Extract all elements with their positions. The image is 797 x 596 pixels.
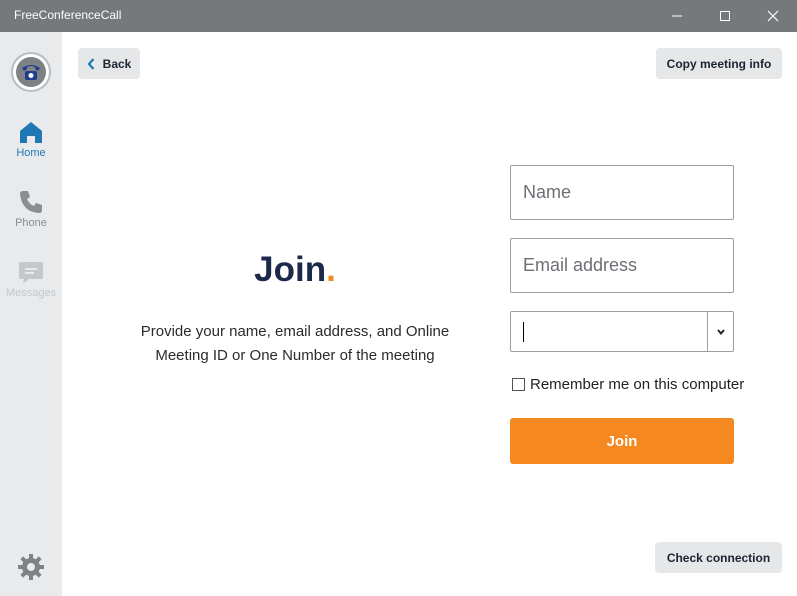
close-button[interactable] — [749, 0, 797, 32]
gear-icon — [18, 554, 44, 580]
description-line: Meeting ID or One Number of the meeting — [155, 347, 435, 364]
chevron-left-icon — [87, 57, 94, 70]
back-button-label: Back — [102, 56, 132, 71]
sidebar-item-messages[interactable]: Messages — [0, 258, 62, 314]
title-bar: FreeConferenceCall — [0, 0, 797, 32]
remember-checkbox[interactable] — [512, 378, 525, 391]
copy-meeting-info-button[interactable]: Copy meeting info — [656, 48, 782, 79]
chat-bubble-icon — [19, 262, 43, 284]
check-connection-button[interactable]: Check connection — [655, 542, 782, 573]
app-logo — [11, 52, 51, 92]
name-field[interactable] — [510, 165, 734, 220]
copy-meeting-info-label: Copy meeting info — [666, 56, 772, 71]
text-cursor — [523, 322, 524, 342]
email-field[interactable] — [510, 238, 734, 293]
minimize-icon — [672, 15, 682, 17]
maximize-icon — [720, 11, 730, 21]
sidebar-item-label: Phone — [15, 217, 47, 229]
check-connection-label: Check connection — [666, 550, 771, 565]
chevron-down-icon — [716, 328, 725, 335]
sidebar-item-phone[interactable]: Phone — [0, 188, 62, 244]
close-icon — [767, 10, 779, 22]
name-input[interactable] — [511, 166, 733, 219]
join-button[interactable]: Join — [510, 418, 734, 464]
sidebar-item-label: Messages — [5, 287, 57, 299]
join-button-label: Join — [606, 432, 638, 450]
phone-icon — [20, 191, 42, 213]
dropdown-toggle[interactable] — [707, 312, 733, 351]
minimize-button[interactable] — [653, 0, 701, 32]
description-line: Provide your name, email address, and On… — [140, 323, 450, 340]
page-title-text: Join — [254, 250, 327, 289]
remember-label: Remember me on this computer — [530, 376, 745, 393]
title-accent-dot: . — [326, 250, 336, 289]
window-title: FreeConferenceCall — [14, 8, 122, 22]
page-title: Join. — [130, 250, 460, 290]
sidebar-item-home[interactable]: Home — [0, 118, 62, 174]
email-input[interactable] — [511, 239, 733, 292]
sidebar: Home Phone Messages — [0, 32, 62, 596]
meeting-id-combobox[interactable] — [510, 311, 734, 352]
join-description: Provide your name, email address, and On… — [130, 320, 460, 368]
settings-button[interactable] — [16, 552, 46, 582]
maximize-button[interactable] — [701, 0, 749, 32]
remember-me[interactable]: Remember me on this computer — [512, 376, 744, 393]
phone-logo-icon — [22, 65, 40, 80]
home-icon — [20, 122, 42, 143]
sidebar-item-label: Home — [16, 147, 46, 159]
back-button[interactable]: Back — [78, 48, 140, 79]
